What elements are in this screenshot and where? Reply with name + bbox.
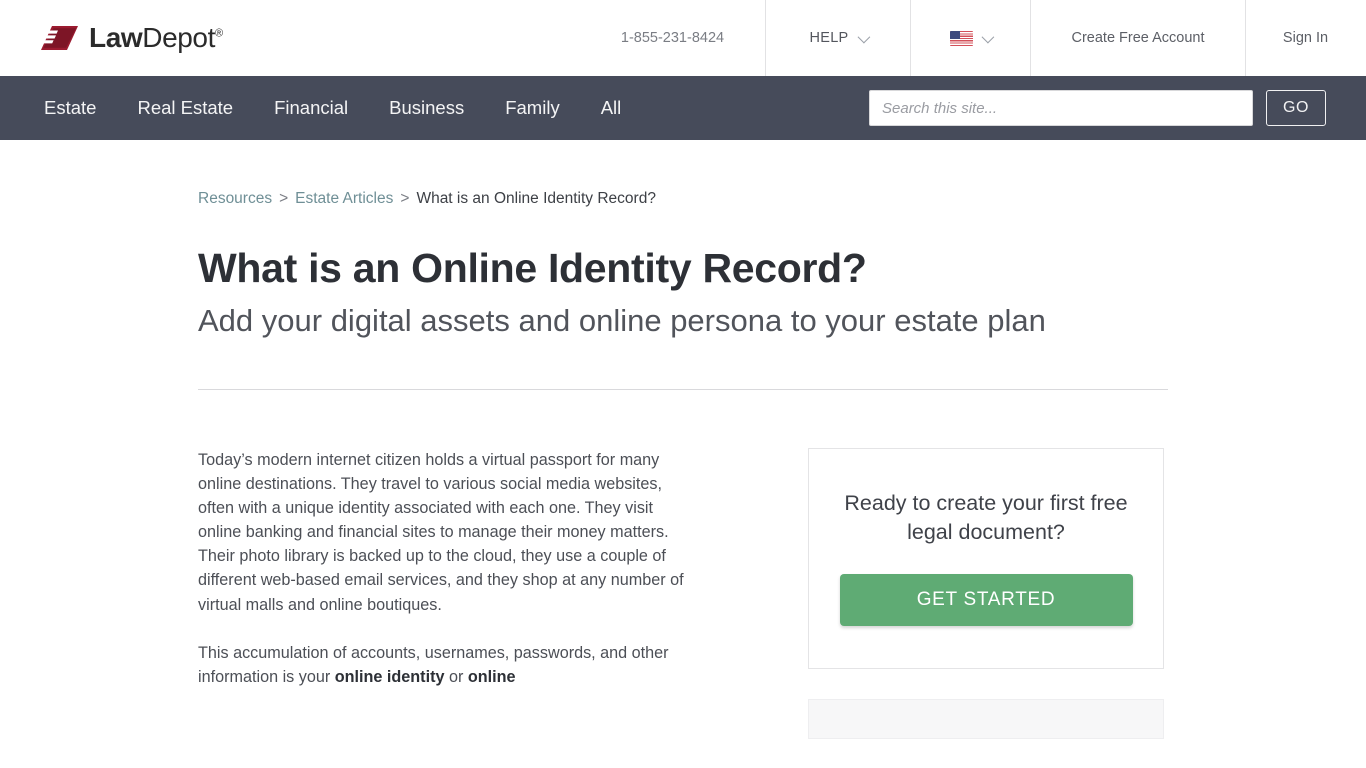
sign-in-link[interactable]: Sign In: [1245, 0, 1365, 76]
help-menu[interactable]: HELP: [765, 0, 910, 76]
create-free-account-label: Create Free Account: [1071, 30, 1205, 46]
article-headings: What is an Online Identity Record? Add y…: [198, 208, 1128, 344]
paragraph-2-bold-online-identity: online identity: [334, 667, 445, 686]
locale-selector[interactable]: [910, 0, 1030, 76]
sidebar: Ready to create your first free legal do…: [808, 447, 1164, 740]
breadcrumb-separator: >: [279, 190, 289, 207]
sign-in-label: Sign In: [1282, 30, 1329, 46]
search-go-button[interactable]: GO: [1266, 90, 1326, 126]
nav-item-all[interactable]: All: [601, 97, 622, 119]
lawdepot-arrow-logo-icon: [38, 25, 80, 51]
sidebar-secondary-panel: [808, 699, 1164, 740]
logo-zone: LawDepot®: [0, 0, 580, 76]
nav-item-business[interactable]: Business: [389, 97, 464, 119]
help-label: HELP: [809, 30, 849, 46]
article-body: Today’s modern internet citizen holds a …: [198, 448, 686, 739]
site-logo-link[interactable]: LawDepot®: [38, 24, 223, 52]
breadcrumb: Resources > Estate Articles > What is an…: [198, 140, 1366, 208]
phone-number-label: 1-855-231-8424: [620, 30, 725, 46]
us-flag-icon: [950, 30, 973, 46]
nav-item-family[interactable]: Family: [505, 97, 559, 119]
get-started-button[interactable]: GET STARTED: [839, 574, 1133, 627]
logo-registered-mark: ®: [214, 27, 223, 40]
cta-card: Ready to create your first free legal do…: [808, 447, 1164, 670]
site-search: GO: [869, 90, 1366, 126]
main-navigation: Estate Real Estate Financial Business Fa…: [0, 76, 1366, 140]
logo-word-law: Law: [89, 22, 143, 53]
breadcrumb-item-current: What is an Online Identity Record?: [416, 190, 656, 207]
nav-item-real-estate[interactable]: Real Estate: [137, 97, 233, 119]
chevron-down-icon: [981, 30, 995, 43]
page-title: What is an Online Identity Record?: [198, 245, 867, 291]
content-columns: Today’s modern internet citizen holds a …: [198, 390, 1366, 740]
nav-item-estate[interactable]: Estate: [44, 97, 96, 119]
chevron-down-icon: [857, 30, 870, 43]
create-free-account-link[interactable]: Create Free Account: [1030, 0, 1245, 76]
breadcrumb-item-resources[interactable]: Resources: [198, 190, 272, 208]
paragraph-2-text-2: or: [444, 667, 468, 686]
page-content: Resources > Estate Articles > What is an…: [0, 140, 1366, 740]
logo-word-depot: Depot: [142, 22, 215, 53]
article-paragraph-1: Today’s modern internet citizen holds a …: [198, 450, 684, 614]
search-input[interactable]: [869, 90, 1253, 126]
breadcrumb-separator: >: [400, 190, 410, 207]
cta-heading: Ready to create your first free legal do…: [844, 490, 1128, 545]
breadcrumb-item-estate-articles[interactable]: Estate Articles: [295, 190, 393, 208]
paragraph-2-bold-online: online: [467, 667, 516, 686]
page-subtitle: Add your digital assets and online perso…: [198, 302, 1046, 338]
article-paragraph-2: This accumulation of accounts, usernames…: [198, 641, 686, 689]
nav-item-financial[interactable]: Financial: [274, 97, 348, 119]
logo-wordmark: LawDepot®: [89, 24, 223, 52]
nav-items: Estate Real Estate Financial Business Fa…: [44, 97, 621, 119]
phone-number[interactable]: 1-855-231-8424: [580, 0, 765, 76]
top-utility-bar: LawDepot® 1-855-231-8424 HELP Create Fre…: [0, 0, 1366, 76]
